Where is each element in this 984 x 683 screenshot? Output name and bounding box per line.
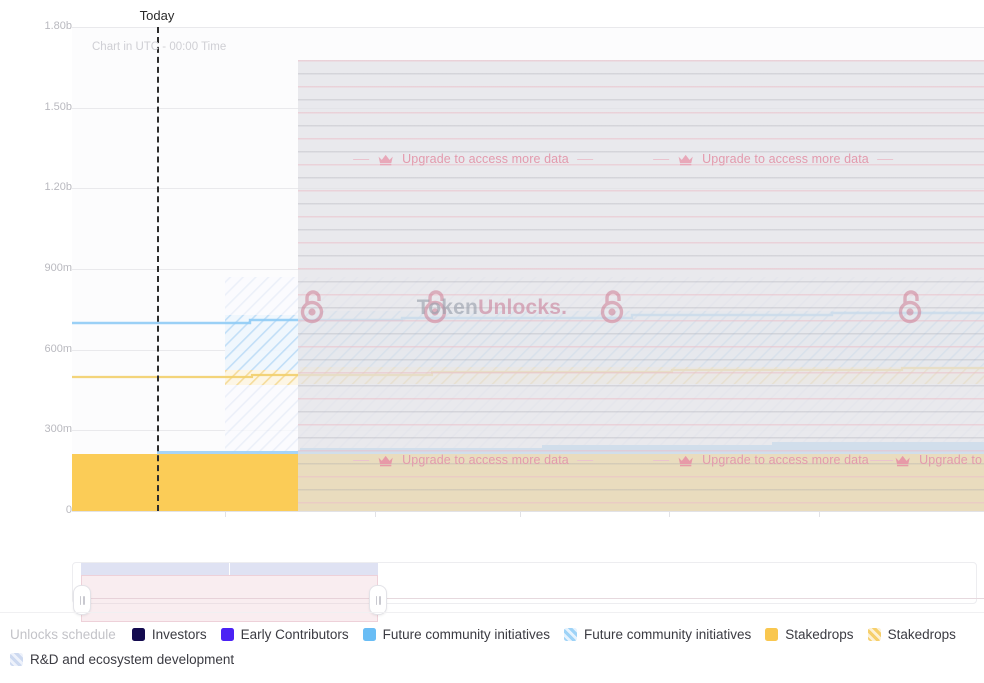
chart-legend: Unlocks schedule Investors Early Contrib… (0, 612, 984, 667)
crown-icon (377, 153, 394, 166)
upgrade-banner-label: Upgrade to access more data (919, 453, 984, 467)
banner-rule-right (577, 460, 593, 461)
legend-item-investors[interactable]: Investors (132, 627, 207, 642)
legend-swatch-stakedrops-hatched (868, 628, 881, 641)
upgrade-banner[interactable]: Upgrade to access more data (870, 453, 984, 467)
range-slider-preview-tick (229, 563, 230, 575)
y-tick-label: 300m (12, 424, 72, 435)
crown-icon (677, 454, 694, 467)
upgrade-banner-label: Upgrade to access more data (402, 453, 569, 467)
range-slider-preview (81, 563, 378, 575)
banner-rule-left (870, 460, 886, 461)
y-tick-label: 600m (12, 344, 72, 355)
utc-time-note: Chart in UTC - 00:00 Time (92, 41, 226, 53)
upgrade-banner[interactable]: Upgrade to access more data (353, 453, 593, 467)
legend-item-future-community-tbd[interactable]: Future community initiatives (564, 627, 751, 642)
y-tick-label: 1.50b (12, 102, 72, 113)
today-marker-line (157, 27, 159, 511)
banner-rule-left (353, 460, 369, 461)
x-axis-line (72, 511, 984, 512)
y-tick-label: 1.80b (12, 21, 72, 32)
upgrade-banner[interactable]: Upgrade to access more data (353, 152, 593, 166)
legend-label: Early Contributors (241, 627, 349, 642)
upgrade-banner[interactable]: Upgrade to access more data (653, 453, 893, 467)
upgrade-banner[interactable]: Upgrade to access more data (653, 152, 893, 166)
range-slider-handle-end[interactable] (369, 585, 387, 615)
legend-title: Unlocks schedule (10, 627, 116, 642)
upgrade-banner-label: Upgrade to access more data (702, 453, 869, 467)
x-tick-mark (669, 511, 670, 517)
legend-swatch-rd-ecosystem (10, 653, 23, 666)
y-tick-label: 900m (12, 263, 72, 274)
banner-rule-left (653, 460, 669, 461)
legend-item-stakedrops-tbd[interactable]: Stakedrops (868, 627, 956, 642)
legend-swatch-early-contributors (221, 628, 234, 641)
x-tick-mark (225, 511, 226, 517)
legend-item-stakedrops[interactable]: Stakedrops (765, 627, 853, 642)
legend-label: Investors (152, 627, 207, 642)
handle-grip-line (83, 596, 85, 605)
x-tick-mark (375, 511, 376, 517)
crown-icon (677, 153, 694, 166)
crown-icon (894, 454, 911, 467)
legend-label: Stakedrops (888, 627, 956, 642)
legend-item-rd-ecosystem[interactable]: R&D and ecosystem development (10, 652, 974, 667)
paywall-overlay[interactable]: Upgrade to access more data Upgrade to a… (298, 60, 984, 511)
legend-item-future-community[interactable]: Future community initiatives (363, 627, 550, 642)
upgrade-banner-label: Upgrade to access more data (702, 152, 869, 166)
banner-rule-left (353, 159, 369, 160)
token-unlocks-chart-page: 1.80b 1.50b 1.20b 900m 600m 300m 0 Today… (0, 0, 984, 683)
legend-swatch-future-community-hatched (564, 628, 577, 641)
banner-rule-right (577, 159, 593, 160)
banner-rule-left (653, 159, 669, 160)
legend-swatch-investors (132, 628, 145, 641)
banner-rule-right (877, 159, 893, 160)
y-tick-label: 0 (12, 505, 72, 516)
legend-label: Future community initiatives (383, 627, 550, 642)
legend-label: Future community initiatives (584, 627, 751, 642)
range-slider-track[interactable] (72, 562, 977, 604)
legend-item-early-contributors[interactable]: Early Contributors (221, 627, 349, 642)
x-tick-mark (520, 511, 521, 517)
legend-label: Stakedrops (785, 627, 853, 642)
range-slider[interactable] (72, 556, 977, 604)
legend-label: R&D and ecosystem development (30, 652, 234, 667)
handle-grip-line (376, 596, 378, 605)
handle-grip-line (80, 596, 82, 605)
handle-grip-line (379, 596, 381, 605)
upgrade-banner-label: Upgrade to access more data (402, 152, 569, 166)
legend-swatch-stakedrops (765, 628, 778, 641)
crown-icon (377, 454, 394, 467)
legend-swatch-future-community (363, 628, 376, 641)
y-tick-label: 1.20b (12, 182, 72, 193)
range-slider-handle-start[interactable] (73, 585, 91, 615)
today-marker-label: Today (140, 8, 175, 23)
chart-container[interactable]: 1.80b 1.50b 1.20b 900m 600m 300m 0 Today… (0, 0, 984, 520)
x-tick-mark (819, 511, 820, 517)
